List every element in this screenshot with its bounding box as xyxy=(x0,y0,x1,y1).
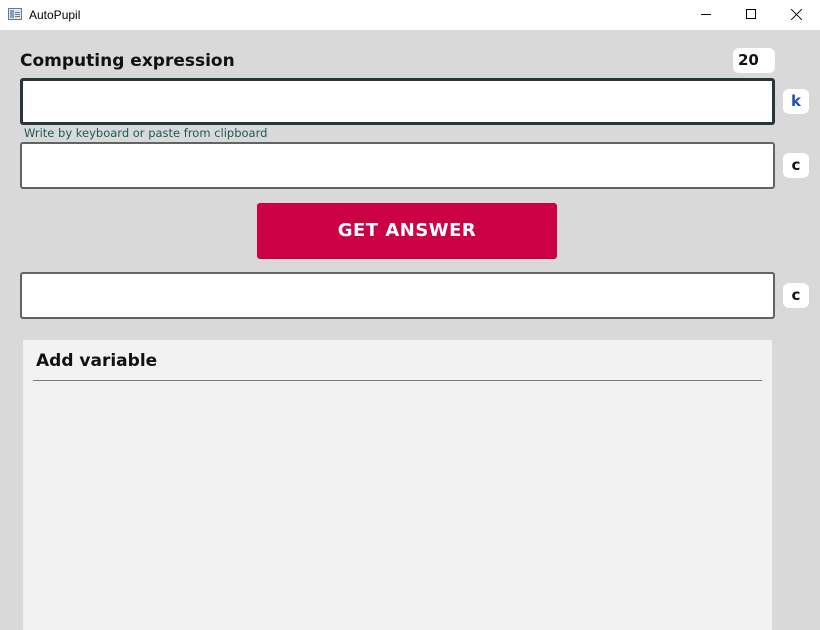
clear-expression-button[interactable]: c xyxy=(783,153,809,178)
app-window: AutoPupil Computing expression 20 k Writ… xyxy=(0,0,820,630)
expression-secondary-input[interactable] xyxy=(20,142,775,189)
expression-input[interactable] xyxy=(20,78,775,125)
keyboard-button[interactable]: k xyxy=(783,89,809,114)
computing-expression-title: Computing expression xyxy=(20,51,235,71)
add-variable-title: Add variable xyxy=(36,351,158,371)
maximize-icon xyxy=(746,9,756,19)
window-title: AutoPupil xyxy=(29,8,81,22)
app-window-icon xyxy=(8,8,22,20)
add-variable-divider xyxy=(33,380,762,381)
minimize-icon xyxy=(701,14,711,15)
title-bar: AutoPupil xyxy=(0,0,820,30)
maximize-button[interactable] xyxy=(728,0,774,30)
get-answer-button[interactable]: GET ANSWER xyxy=(257,203,557,259)
close-button[interactable] xyxy=(774,0,820,30)
add-variable-panel: Add variable xyxy=(23,340,772,630)
copy-answer-button[interactable]: c xyxy=(783,283,809,308)
minimize-button[interactable] xyxy=(683,0,729,30)
expression-hint: Write by keyboard or paste from clipboar… xyxy=(24,126,268,140)
answer-output-field[interactable] xyxy=(20,272,775,319)
close-icon xyxy=(791,8,803,20)
expression-counter[interactable]: 20 xyxy=(733,48,775,73)
